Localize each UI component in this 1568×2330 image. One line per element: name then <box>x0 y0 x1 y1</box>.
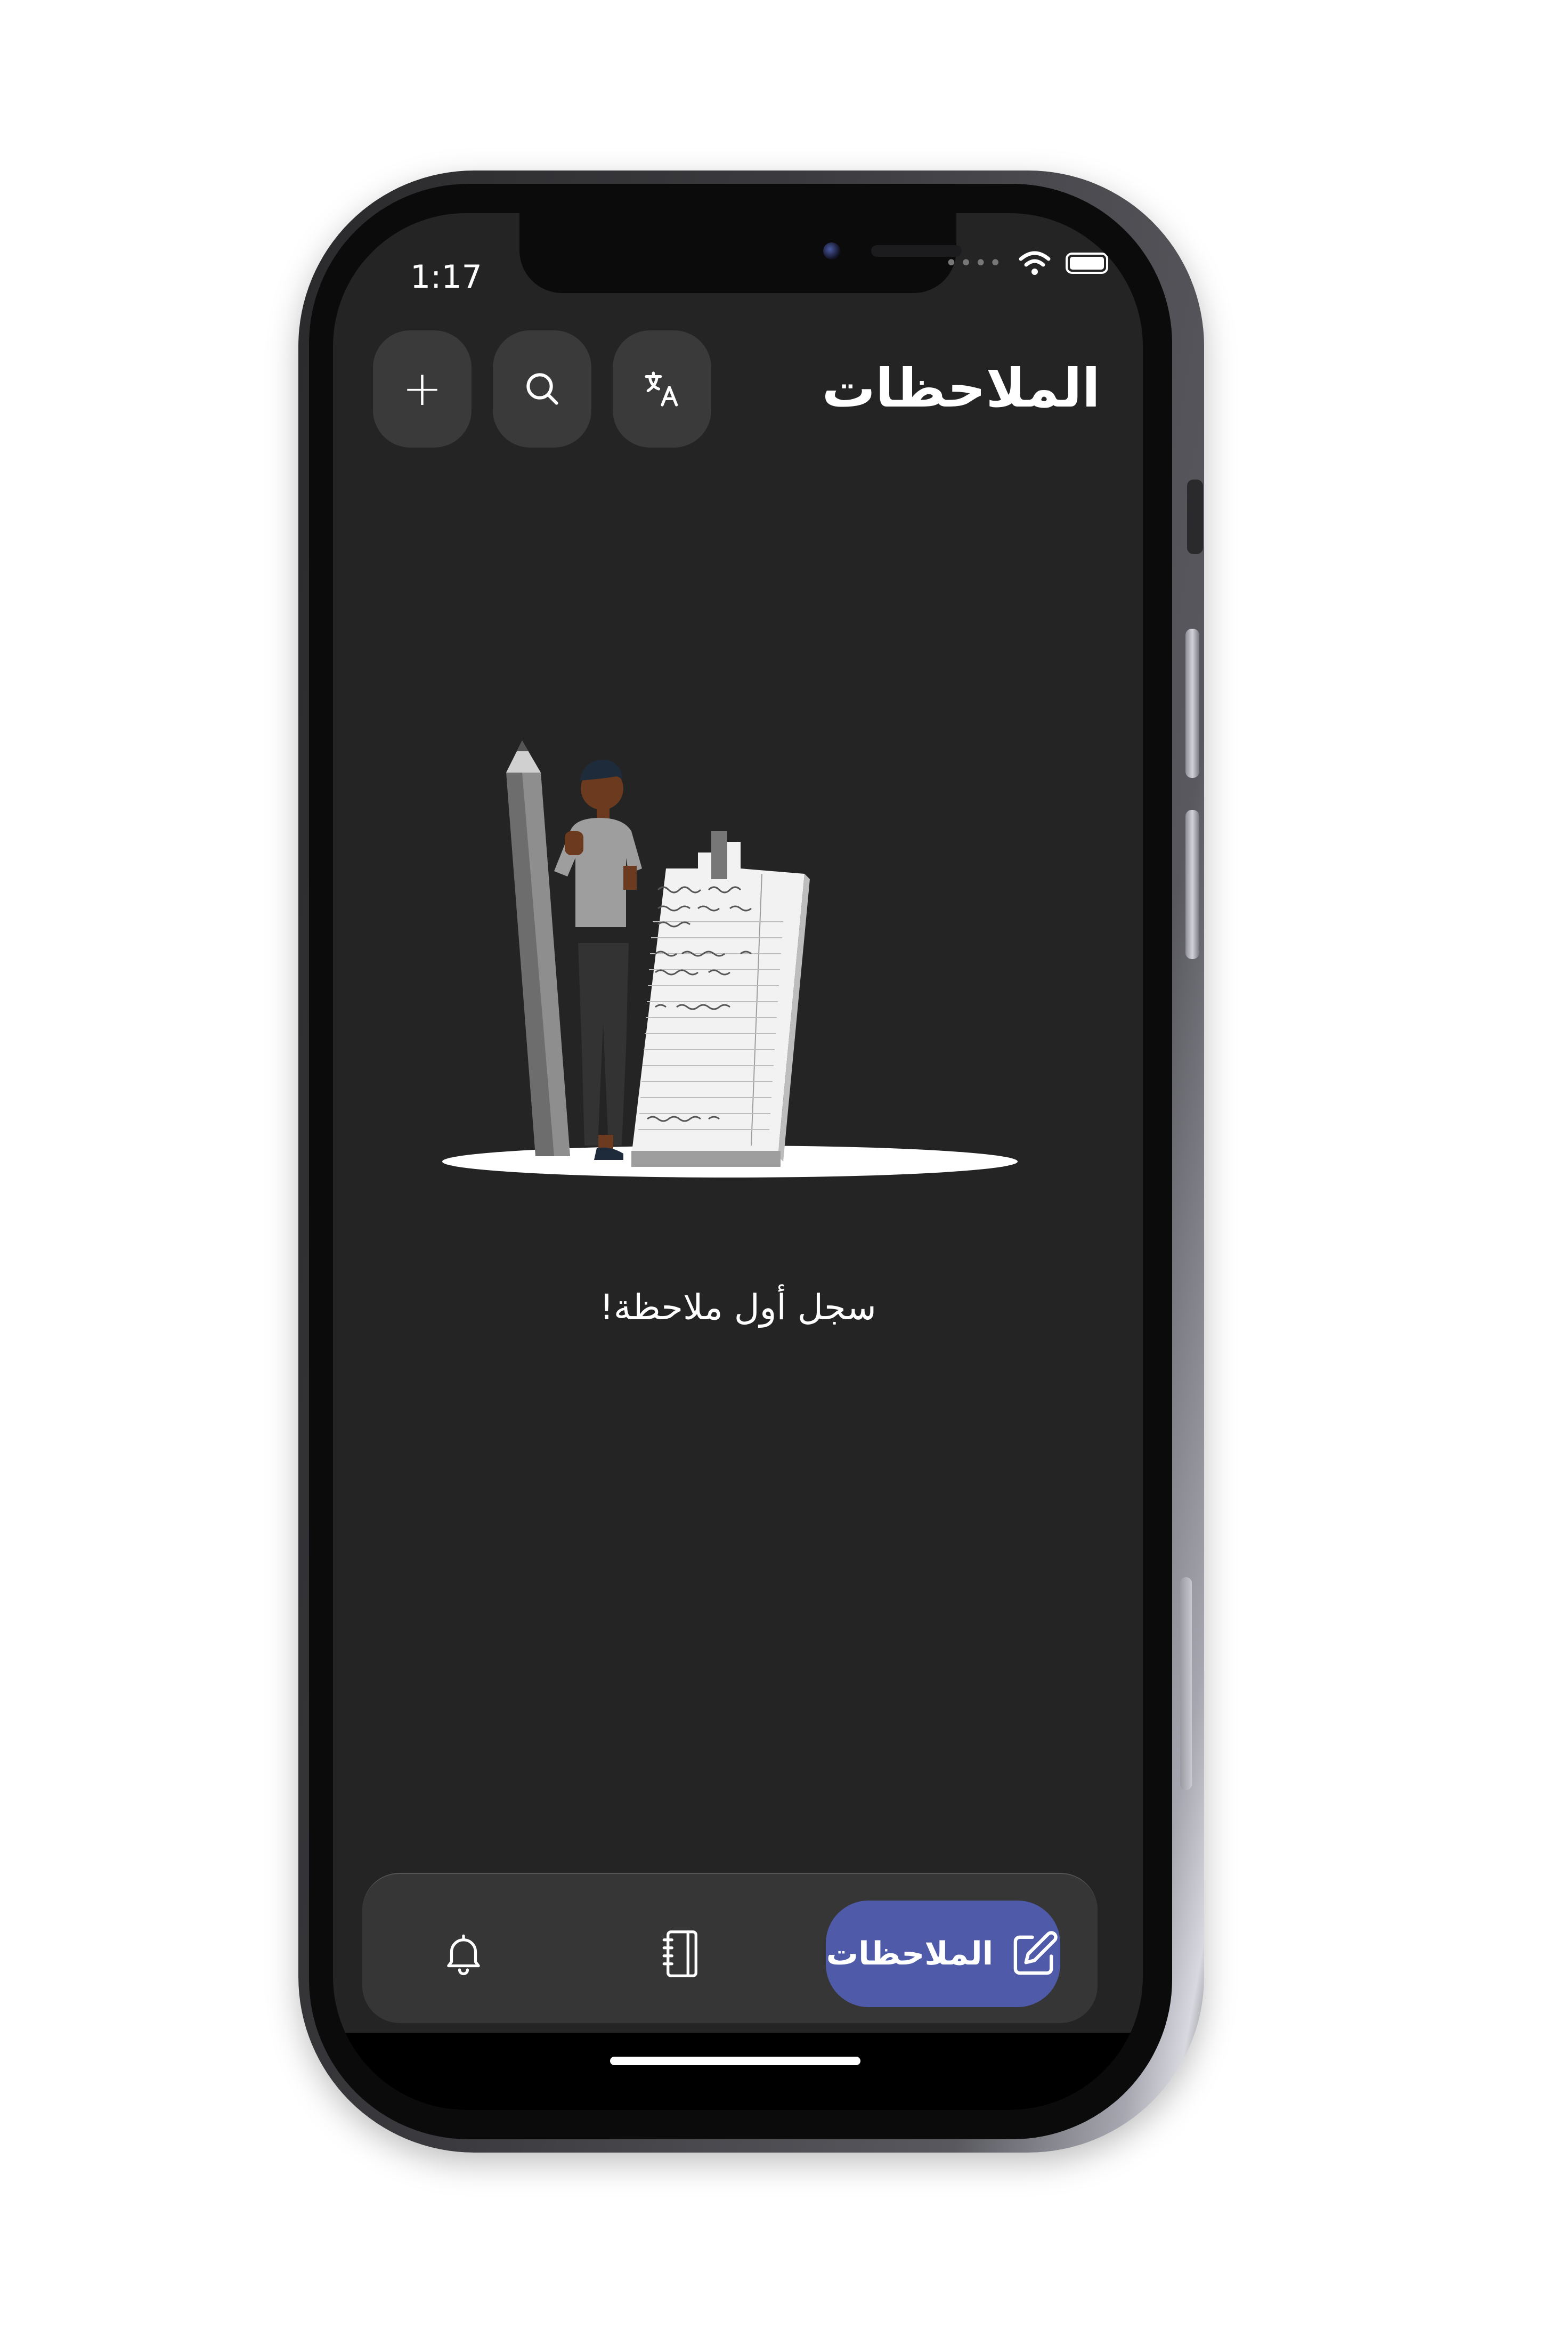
edit-icon <box>1013 1930 1058 1975</box>
search-icon <box>526 373 558 405</box>
volume-up-button <box>1185 629 1199 778</box>
empty-notes-illustration <box>442 741 1018 1178</box>
notch <box>519 213 962 293</box>
mute-switch <box>1187 480 1203 554</box>
wifi-icon <box>1019 251 1051 275</box>
notebook-icon <box>662 1930 697 1977</box>
volume-down-button <box>1185 810 1199 959</box>
search-button[interactable] <box>493 330 591 448</box>
bell-icon <box>447 1934 480 1976</box>
cellular-signal-icon: •••• <box>945 251 1004 275</box>
translate-icon <box>644 371 678 407</box>
empty-state-message: سجل أول ملاحظة! <box>599 1287 876 1328</box>
battery-icon <box>1066 253 1108 274</box>
plus-icon: + <box>402 361 443 417</box>
bottom-strip <box>333 2033 1143 2110</box>
home-indicator <box>610 2057 860 2065</box>
status-indicators: •••• <box>945 250 1108 276</box>
app-screen: 1:17 •••• الملاحظات + سجل أول ملاحظة! ال… <box>333 213 1143 2110</box>
page-title: الملاحظات <box>822 357 1100 419</box>
sim-tray <box>1180 1577 1192 1790</box>
add-note-button[interactable]: + <box>373 330 472 448</box>
translate-button[interactable] <box>613 330 711 448</box>
front-camera <box>823 242 840 259</box>
tab-reminders[interactable] <box>410 1901 517 2007</box>
tab-notes[interactable]: الملاحظات <box>826 1901 1060 2007</box>
tab-notebook[interactable] <box>629 1901 735 2007</box>
tab-notes-label: الملاحظات <box>826 1935 994 1972</box>
bottom-tab-bar: الملاحظات <box>362 1873 1098 2023</box>
status-time: 1:17 <box>410 258 482 296</box>
